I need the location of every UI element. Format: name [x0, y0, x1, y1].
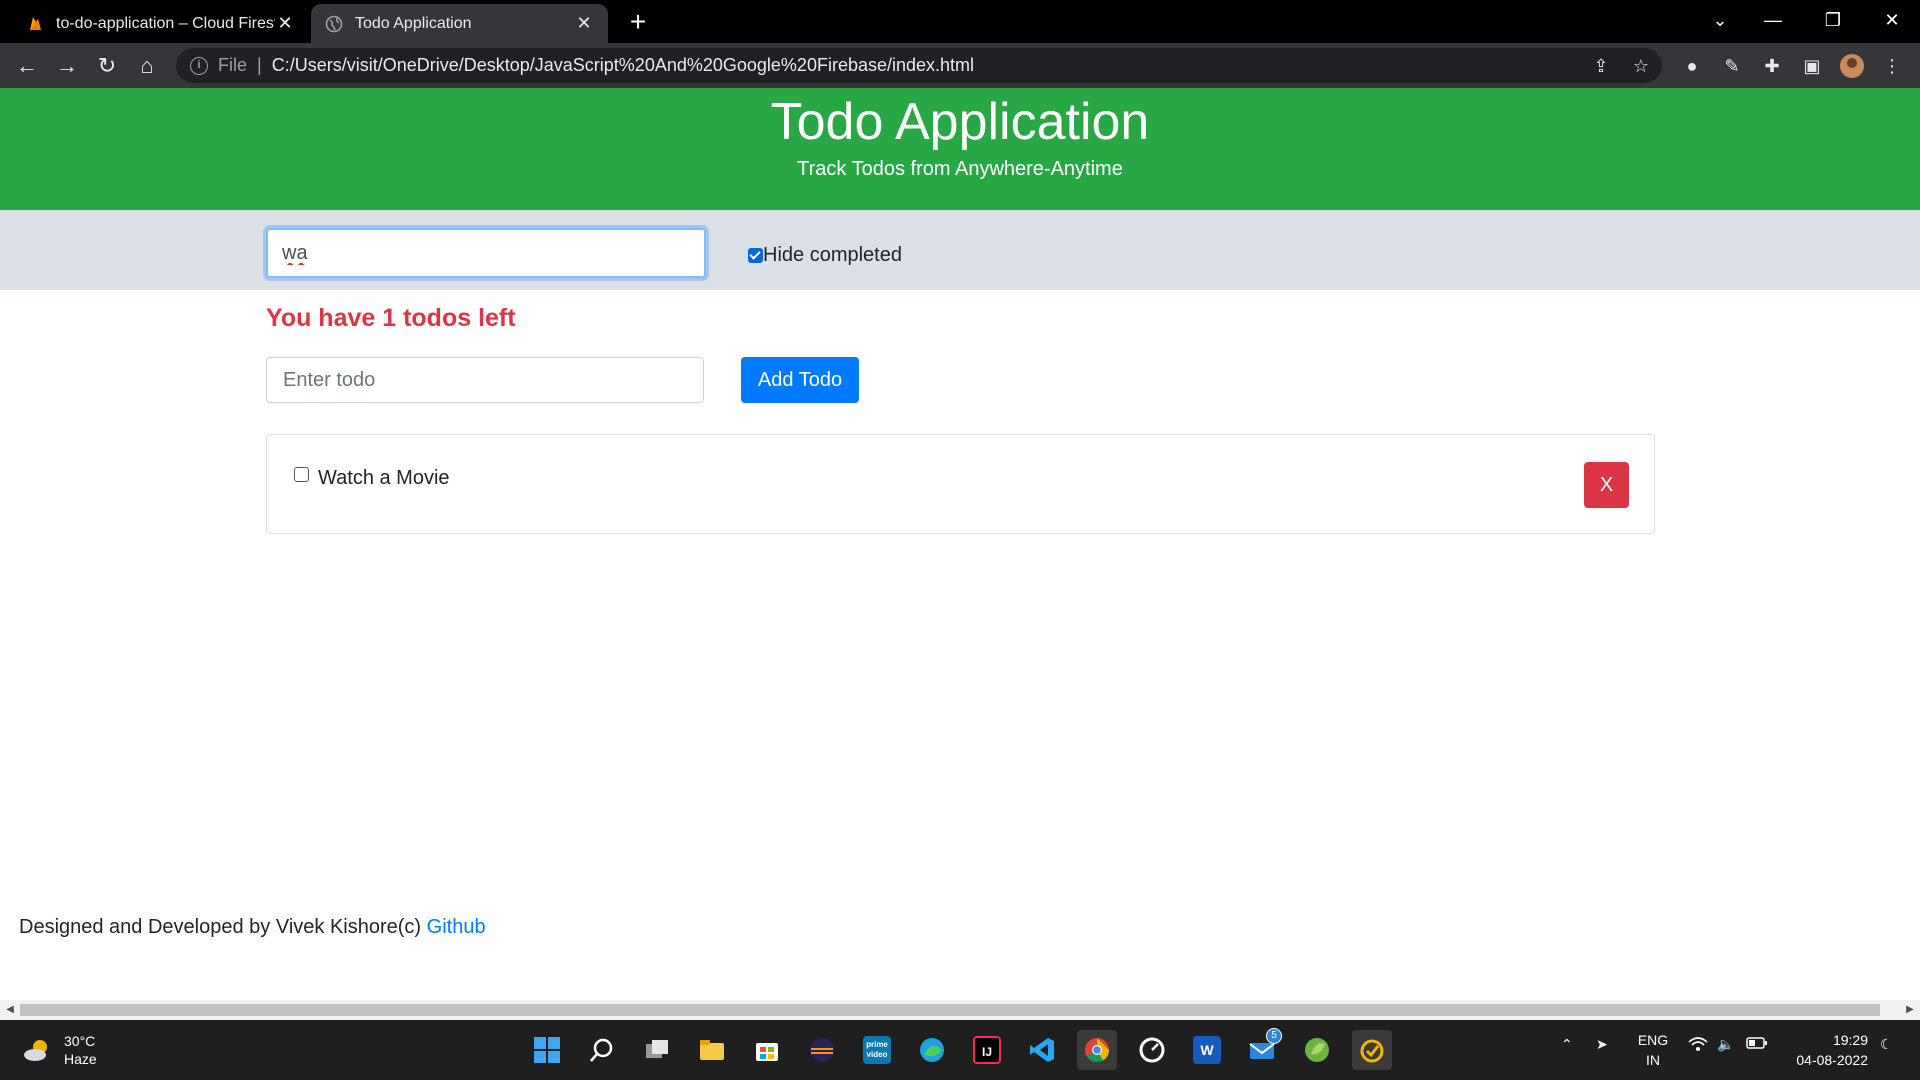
- forward-button[interactable]: →: [50, 49, 84, 83]
- restore-button[interactable]: ❐: [1813, 0, 1853, 40]
- url-text: C:/Users/visit/OneDrive/Desktop/JavaScri…: [271, 55, 975, 75]
- globe-icon: [325, 15, 343, 32]
- prime-video-icon[interactable]: prime video: [857, 1030, 897, 1070]
- windows-taskbar: 30°C Haze prime video IJ W 5 ⌃ ➤ ENG IN …: [0, 1020, 1920, 1080]
- tab-search-icon[interactable]: ⌄: [1700, 0, 1740, 40]
- microsoft-store-icon[interactable]: [747, 1030, 787, 1070]
- home-button[interactable]: ⌂: [130, 49, 164, 83]
- mail-icon[interactable]: 5: [1242, 1028, 1282, 1070]
- scrollbar-thumb[interactable]: [20, 1004, 1880, 1016]
- reload-button[interactable]: ↻: [90, 49, 124, 83]
- todo-app-icon[interactable]: [1352, 1030, 1392, 1070]
- browser-toolbar: ← → ↻ ⌂ i File | C:/Users/visit/OneDrive…: [0, 43, 1920, 88]
- firebase-flame-icon: [30, 16, 41, 30]
- weather-haze-icon: [24, 1040, 47, 1061]
- start-button[interactable]: [527, 1030, 567, 1070]
- site-info-icon[interactable]: i: [190, 56, 208, 75]
- weather-widget[interactable]: 30°C Haze: [22, 1032, 97, 1068]
- side-panel-icon[interactable]: ▣: [1799, 53, 1825, 79]
- footer: Designed and Developed by Vivek Kishore(…: [19, 916, 486, 939]
- browser-tab-bar: to-do-application – Cloud Firestore ✕ To…: [0, 0, 1920, 43]
- focus-assist-icon[interactable]: ☾: [1880, 1036, 1893, 1053]
- tab-title: to-do-application – Cloud Firestore: [56, 14, 275, 32]
- wifi-icon[interactable]: [1688, 1036, 1708, 1055]
- address-bar[interactable]: i File | C:/Users/visit/OneDrive/Desktop…: [176, 48, 1662, 83]
- new-tab-button[interactable]: +: [622, 6, 654, 38]
- close-window-button[interactable]: ✕: [1872, 0, 1912, 40]
- mail-badge: 5: [1266, 1028, 1282, 1044]
- windows-logo-icon: [534, 1037, 560, 1063]
- clock-time: 19:29: [1832, 1032, 1868, 1048]
- clock[interactable]: 19:29 04-08-2022: [1788, 1030, 1868, 1070]
- close-tab-icon[interactable]: ✕: [275, 13, 295, 34]
- file-explorer-icon[interactable]: [692, 1030, 732, 1070]
- todo-list: Watch a Movie X: [266, 434, 1655, 534]
- footer-credit: Designed and Developed by Vivek Kishore(…: [19, 916, 427, 938]
- weather-temp: 30°C: [64, 1033, 96, 1049]
- delete-todo-button[interactable]: X: [1584, 462, 1629, 508]
- vscode-icon[interactable]: [1022, 1030, 1062, 1070]
- filter-bar: Hide completed: [0, 210, 1920, 290]
- extension-icon[interactable]: ●: [1679, 53, 1705, 79]
- edge-icon[interactable]: [912, 1030, 952, 1070]
- location-icon[interactable]: ➤: [1596, 1036, 1608, 1053]
- share-icon[interactable]: ⇪: [1588, 53, 1614, 79]
- pen-extension-icon[interactable]: ✎: [1719, 53, 1745, 79]
- battery-icon[interactable]: [1746, 1036, 1768, 1053]
- menu-icon[interactable]: ⋮: [1879, 53, 1905, 79]
- weather-condition: Haze: [64, 1051, 97, 1067]
- github-link[interactable]: Github: [427, 916, 486, 938]
- tab-todo-application[interactable]: Todo Application ✕: [311, 4, 608, 43]
- url-separator: |: [257, 55, 262, 75]
- close-tab-icon[interactable]: ✕: [574, 13, 594, 34]
- language-indicator[interactable]: ENG IN: [1636, 1030, 1670, 1070]
- page-content: Todo Application Track Todos from Anywhe…: [0, 88, 1920, 1000]
- add-todo-button[interactable]: Add Todo: [741, 357, 859, 403]
- search-input[interactable]: [266, 228, 706, 278]
- scroll-left-icon[interactable]: ◀: [2, 1002, 18, 1018]
- hide-completed-checkbox[interactable]: [748, 248, 763, 263]
- todo-item-text: Watch a Movie: [318, 467, 450, 489]
- minimize-button[interactable]: —: [1753, 0, 1793, 40]
- volume-icon[interactable]: 🔈: [1717, 1036, 1734, 1053]
- spring-tools-icon[interactable]: [1297, 1030, 1337, 1070]
- scroll-right-icon[interactable]: ▶: [1902, 1002, 1918, 1018]
- back-button[interactable]: ←: [10, 49, 44, 83]
- todos-left-count: You have 1 todos left: [266, 304, 516, 332]
- page-subtitle: Track Todos from Anywhere-Anytime: [797, 158, 1123, 180]
- url-scheme: File: [218, 55, 248, 75]
- new-todo-input[interactable]: [266, 357, 704, 403]
- hide-completed-label: Hide completed: [763, 244, 902, 266]
- chrome-icon[interactable]: [1077, 1030, 1117, 1070]
- hide-completed-toggle[interactable]: Hide completed: [748, 244, 902, 267]
- language-code: ENG: [1637, 1032, 1669, 1048]
- word-icon[interactable]: W: [1187, 1030, 1227, 1070]
- horizontal-scrollbar[interactable]: ◀ ▶: [0, 1000, 1920, 1020]
- todo-complete-checkbox[interactable]: [294, 467, 309, 482]
- tab-cloud-firestore[interactable]: to-do-application – Cloud Firestore ✕: [12, 4, 309, 43]
- region-code: IN: [1646, 1052, 1660, 1068]
- intellij-icon[interactable]: IJ: [967, 1030, 1007, 1070]
- speedometer-app-icon[interactable]: [1132, 1030, 1172, 1070]
- avatar[interactable]: [1839, 53, 1865, 79]
- page-title: Todo Application: [770, 93, 1150, 151]
- show-hidden-icons[interactable]: ⌃: [1561, 1036, 1573, 1053]
- search-icon[interactable]: [582, 1030, 622, 1070]
- eclipse-icon[interactable]: [802, 1030, 842, 1070]
- clock-date: 04-08-2022: [1796, 1052, 1868, 1068]
- tab-title: Todo Application: [355, 14, 472, 32]
- bookmark-star-icon[interactable]: ☆: [1628, 53, 1654, 79]
- header-banner: Todo Application Track Todos from Anywhe…: [0, 88, 1920, 210]
- task-view-icon[interactable]: [637, 1030, 677, 1070]
- puzzle-icon[interactable]: ✚: [1759, 53, 1785, 79]
